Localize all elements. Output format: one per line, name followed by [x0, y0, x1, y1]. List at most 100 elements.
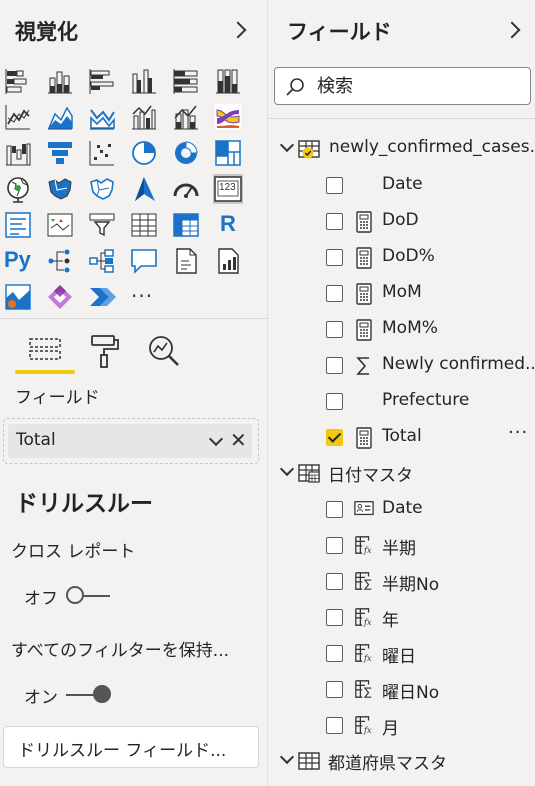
field-well-item[interactable]: Total ✕	[8, 424, 252, 458]
table-row[interactable]: 都道府県マスタ	[268, 744, 535, 780]
line-stacked-column-chart-icon[interactable]	[171, 102, 201, 132]
format-paint-roller-icon[interactable]	[86, 331, 126, 371]
field-row[interactable]: Newly confirmed...	[268, 348, 535, 384]
clustered-column-chart-icon[interactable]	[129, 66, 159, 96]
card-icon[interactable]: 123	[213, 174, 243, 204]
search-box[interactable]	[274, 67, 531, 105]
field-row[interactable]: 曜日No	[268, 672, 535, 708]
sum-column-icon	[354, 679, 374, 701]
field-row[interactable]: DoD	[268, 204, 535, 240]
field-checkbox[interactable]	[326, 357, 343, 374]
field-checkbox[interactable]	[326, 681, 343, 698]
donut-chart-icon[interactable]	[171, 138, 201, 168]
table-row[interactable]: newly_confirmed_cases...	[268, 132, 535, 168]
smart-narrative-icon[interactable]	[213, 246, 243, 276]
100-stacked-bar-chart-icon[interactable]	[171, 66, 201, 96]
field-label: Prefecture	[382, 390, 470, 410]
gauge-icon[interactable]	[171, 174, 201, 204]
matrix-icon[interactable]	[171, 210, 201, 240]
paginated-report-icon[interactable]	[171, 246, 201, 276]
field-row[interactable]: MoM%	[268, 312, 535, 348]
field-checkbox[interactable]	[326, 573, 343, 590]
kpi-icon[interactable]	[45, 210, 75, 240]
chevron-down-icon[interactable]	[279, 137, 295, 153]
field-row[interactable]: fx 曜日	[268, 636, 535, 672]
stacked-area-chart-icon[interactable]	[87, 102, 117, 132]
collapse-visualizations-chevron-icon[interactable]	[229, 21, 247, 39]
field-row[interactable]: DoD%	[268, 240, 535, 276]
clustered-bar-chart-icon[interactable]	[87, 66, 117, 96]
funnel-chart-icon[interactable]	[45, 138, 75, 168]
filled-map-icon[interactable]	[45, 174, 75, 204]
field-row[interactable]: Prefecture	[268, 384, 535, 420]
100-stacked-column-chart-icon[interactable]	[213, 66, 243, 96]
table-row[interactable]: 日付マスタ	[268, 456, 535, 492]
field-row[interactable]: fx 月	[268, 708, 535, 744]
field-checkbox[interactable]	[326, 645, 343, 662]
field-checkbox[interactable]	[326, 717, 343, 734]
pie-chart-icon[interactable]	[129, 138, 159, 168]
more-options-icon[interactable]: ···	[508, 422, 528, 443]
field-row[interactable]: Total ···	[268, 420, 535, 456]
key-influencers-icon[interactable]	[45, 246, 75, 276]
area-chart-icon[interactable]	[45, 102, 75, 132]
r-visual-icon[interactable]: R	[213, 210, 243, 240]
search-icon	[286, 78, 304, 96]
field-checkbox[interactable]	[326, 285, 343, 302]
field-checkbox[interactable]	[326, 177, 343, 194]
line-clustered-column-chart-icon[interactable]	[129, 102, 159, 132]
field-checkbox[interactable]	[326, 429, 343, 446]
field-row[interactable]: fx 年	[268, 600, 535, 636]
fields-tab-icon[interactable]	[25, 331, 65, 371]
field-row[interactable]: 半期No	[268, 564, 535, 600]
arcgis-map-icon[interactable]	[3, 282, 33, 312]
azure-map-icon[interactable]	[129, 174, 159, 204]
more-visuals-icon[interactable]: ···	[129, 282, 159, 312]
chevron-down-icon[interactable]	[208, 431, 224, 447]
toggle-knob	[93, 685, 111, 703]
calculator-icon	[354, 247, 374, 269]
table-icon[interactable]	[129, 210, 159, 240]
waterfall-chart-icon[interactable]	[3, 138, 33, 168]
field-checkbox[interactable]	[326, 537, 343, 554]
multi-row-card-icon[interactable]	[3, 210, 33, 240]
power-automate-icon[interactable]	[87, 282, 117, 312]
power-apps-icon[interactable]	[45, 282, 75, 312]
field-row[interactable]: Date	[268, 168, 535, 204]
toggle-knob	[66, 586, 84, 604]
slicer-icon[interactable]	[87, 210, 117, 240]
chevron-down-icon[interactable]	[279, 749, 295, 765]
field-checkbox[interactable]	[326, 321, 343, 338]
field-checkbox[interactable]	[326, 609, 343, 626]
map-icon[interactable]	[3, 174, 33, 204]
scatter-chart-icon[interactable]	[87, 138, 117, 168]
field-checkbox[interactable]	[326, 249, 343, 266]
chevron-down-icon[interactable]	[279, 461, 295, 477]
python-visual-icon[interactable]: Py	[3, 246, 33, 276]
stacked-bar-chart-icon[interactable]	[3, 66, 33, 96]
field-checkbox[interactable]	[326, 501, 343, 518]
field-row[interactable]: MoM	[268, 276, 535, 312]
field-checkbox[interactable]	[326, 213, 343, 230]
treemap-icon[interactable]	[213, 138, 243, 168]
stacked-column-chart-icon[interactable]	[45, 66, 75, 96]
field-row[interactable]: fx 半期	[268, 528, 535, 564]
qa-icon[interactable]	[129, 246, 159, 276]
keep-filters-state: オン	[24, 688, 58, 708]
analytics-magnifier-icon[interactable]	[144, 331, 184, 371]
visualizations-title: 視覚化	[15, 20, 78, 44]
ribbon-chart-icon[interactable]	[213, 102, 243, 132]
search-input[interactable]	[317, 73, 517, 99]
cross-report-toggle[interactable]: オフ	[24, 584, 114, 609]
keep-filters-label: すべてのフィルターを保持...	[11, 641, 230, 661]
drillthrough-field-dropzone[interactable]: ドリルスルー フィールド...	[3, 726, 259, 768]
line-chart-icon[interactable]	[3, 102, 33, 132]
close-icon[interactable]: ✕	[230, 428, 247, 452]
decomposition-tree-icon[interactable]	[87, 246, 117, 276]
keep-filters-toggle[interactable]: オン	[24, 683, 114, 708]
field-checkbox[interactable]	[326, 393, 343, 410]
shape-map-icon[interactable]	[87, 174, 117, 204]
field-row[interactable]: Date	[268, 492, 535, 528]
collapse-fields-chevron-icon[interactable]	[503, 21, 521, 39]
table-icon	[298, 139, 320, 159]
